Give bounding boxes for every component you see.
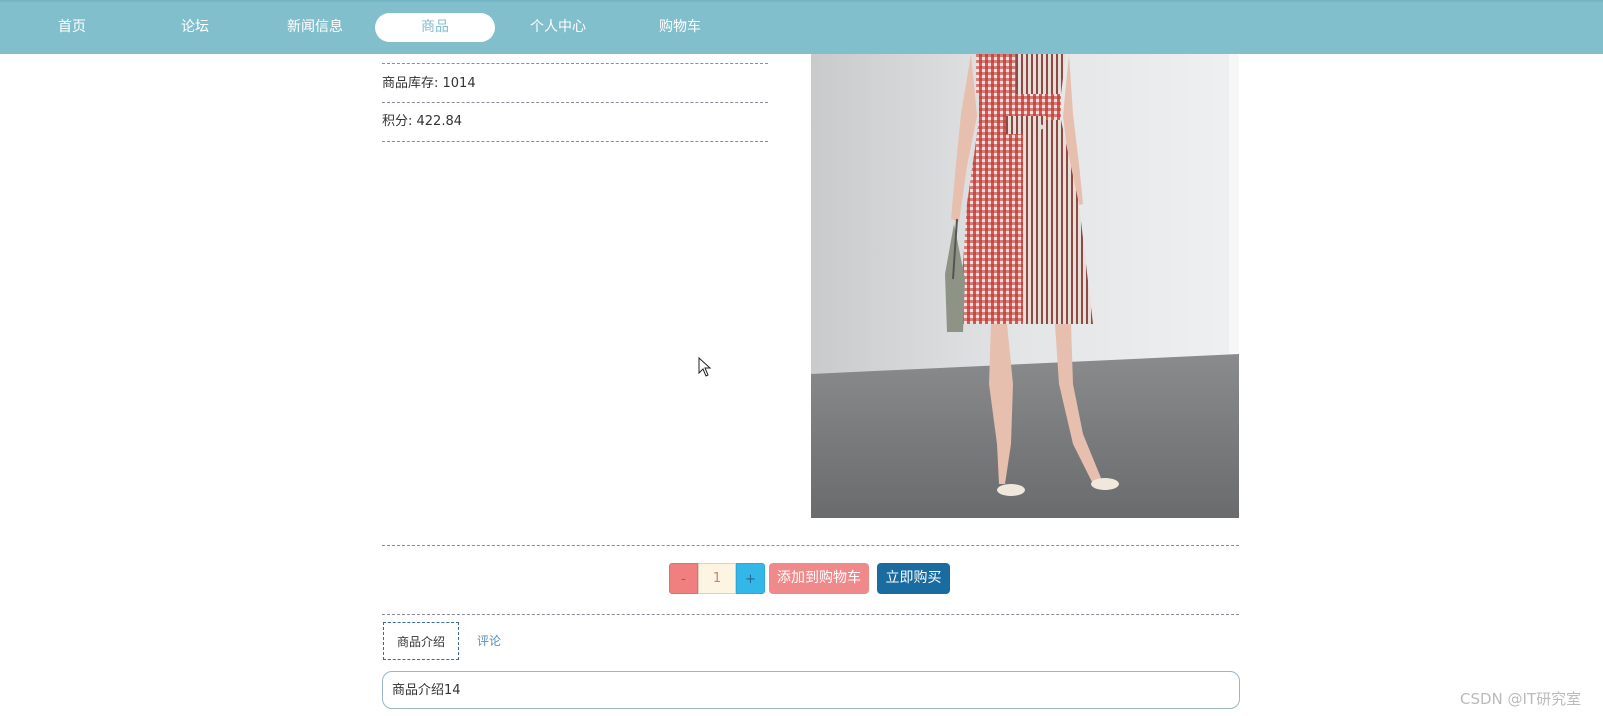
add-to-cart-button[interactable]: 添加到购物车 (769, 563, 869, 594)
purchase-divider-top (382, 545, 1239, 546)
tab-product-intro[interactable]: 商品介绍 (383, 622, 459, 660)
product-image (811, 54, 1239, 518)
product-description: 商品介绍14 (382, 671, 1240, 709)
top-nav-bar: 首页 论坛 新闻信息 商品 个人中心 购物车 (0, 0, 1603, 54)
nav-item-home[interactable]: 首页 (40, 13, 104, 42)
points-info: 积分: 422.84 (382, 103, 768, 142)
nav-item-products[interactable]: 商品 (375, 13, 495, 42)
quantity-input[interactable]: 1 (698, 563, 736, 594)
buy-now-button[interactable]: 立即购买 (877, 563, 950, 594)
purchase-divider-bottom (382, 614, 1239, 615)
nav-item-news[interactable]: 新闻信息 (275, 13, 355, 42)
quantity-increment-button[interactable]: + (736, 563, 765, 594)
nav-item-cart[interactable]: 购物车 (640, 13, 720, 42)
mouse-cursor-icon (698, 356, 712, 381)
watermark: CSDN @IT研究室 (1460, 690, 1582, 708)
quantity-decrement-button[interactable]: - (669, 563, 698, 594)
nav-item-forum[interactable]: 论坛 (163, 13, 227, 42)
stock-info: 商品库存: 1014 (382, 64, 768, 103)
tab-comments[interactable]: 评论 (466, 622, 512, 660)
nav-item-profile[interactable]: 个人中心 (518, 13, 598, 42)
